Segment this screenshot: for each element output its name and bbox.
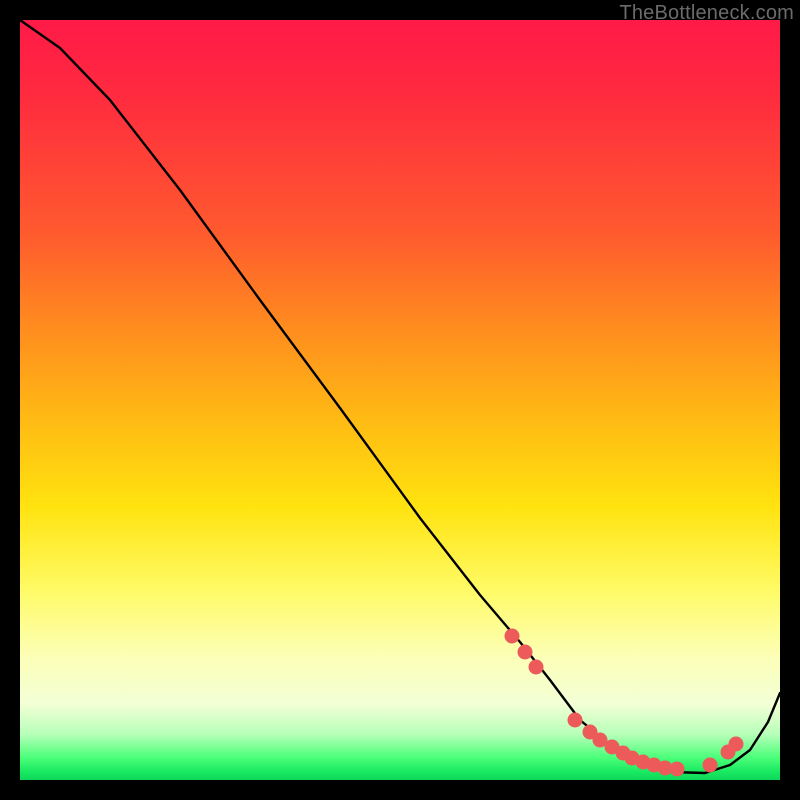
bottleneck-curve xyxy=(20,20,780,773)
data-marker xyxy=(670,762,685,777)
data-marker xyxy=(568,713,583,728)
data-markers xyxy=(505,629,744,777)
data-marker xyxy=(529,660,544,675)
data-marker xyxy=(729,737,744,752)
chart-stage: TheBottleneck.com xyxy=(0,0,800,800)
chart-plot-area xyxy=(20,20,780,780)
data-marker xyxy=(505,629,520,644)
chart-overlay xyxy=(20,20,780,780)
data-marker xyxy=(518,645,533,660)
data-marker xyxy=(703,758,718,773)
